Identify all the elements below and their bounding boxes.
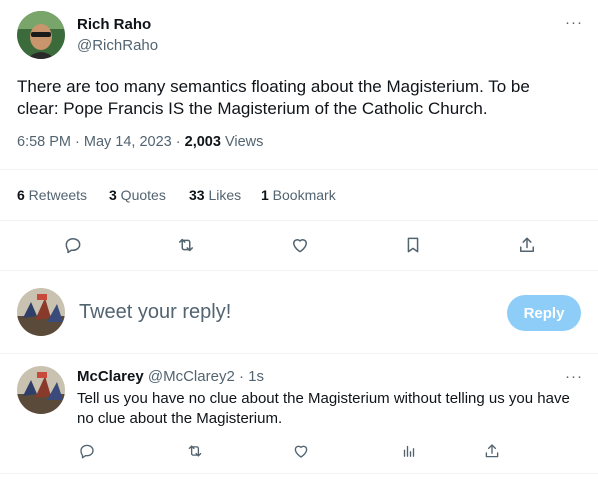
reply-icon[interactable] xyxy=(75,439,99,463)
share-icon[interactable] xyxy=(480,439,504,463)
reply-author-handle[interactable]: @McClarey2 xyxy=(148,368,235,385)
reply-header: McClarey @McClarey2 · 1s xyxy=(77,368,264,385)
author-handle[interactable]: @RichRaho xyxy=(77,37,158,54)
user-avatar[interactable] xyxy=(17,288,65,336)
like-icon[interactable] xyxy=(288,233,312,257)
reply-author-name[interactable]: McClarey xyxy=(77,368,144,385)
author-name[interactable]: Rich Raho xyxy=(77,16,151,33)
like-icon[interactable] xyxy=(289,439,313,463)
retweet-icon[interactable] xyxy=(183,439,207,463)
reply-text: Tell us you have no clue about the Magis… xyxy=(77,390,570,427)
bookmark-icon[interactable] xyxy=(401,233,425,257)
quotes-stat[interactable]: 3 Quotes xyxy=(109,187,166,203)
reply-time[interactable]: · 1s xyxy=(235,368,264,385)
divider xyxy=(0,473,598,474)
retweets-stat[interactable]: 6 Retweets xyxy=(17,187,87,203)
reply-button[interactable]: Reply xyxy=(507,295,581,331)
divider xyxy=(0,353,598,354)
views-count: 2,003 xyxy=(184,134,221,150)
divider xyxy=(0,169,598,170)
retweet-icon[interactable] xyxy=(174,233,198,257)
views-label: Views xyxy=(220,134,264,150)
likes-stat[interactable]: 33 Likes xyxy=(189,187,241,203)
reply-input[interactable]: Tweet your reply! xyxy=(79,301,231,324)
views-icon[interactable] xyxy=(397,439,421,463)
tweet-timestamp[interactable]: 6:58 PM · May 14, 2023 · xyxy=(17,134,185,150)
share-icon[interactable] xyxy=(515,233,539,257)
bookmarks-stat[interactable]: 1 Bookmark xyxy=(261,187,336,203)
tweet-text: There are too many semantics floating ab… xyxy=(17,77,530,118)
author-avatar[interactable] xyxy=(17,11,65,59)
divider xyxy=(0,270,598,271)
tweet-meta: 6:58 PM · May 14, 2023 · 2,003 Views xyxy=(17,134,263,150)
divider xyxy=(0,220,598,221)
more-options-button[interactable]: ··· xyxy=(565,14,583,31)
reply-more-options-button[interactable]: ··· xyxy=(565,368,583,385)
reply-icon[interactable] xyxy=(61,233,85,257)
reply-author-avatar[interactable] xyxy=(17,366,65,414)
